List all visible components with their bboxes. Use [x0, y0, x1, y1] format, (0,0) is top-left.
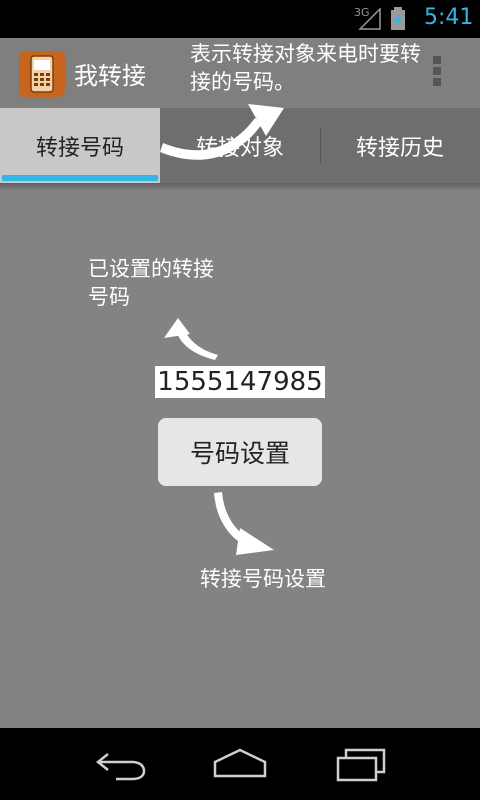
navigation-bar: [0, 728, 480, 800]
arrow-to-tab-note: [160, 104, 284, 160]
annotation-arrows: [160, 104, 284, 555]
arrow-to-saved-number: [164, 318, 218, 360]
home-icon[interactable]: [212, 746, 268, 782]
back-icon[interactable]: [94, 746, 148, 782]
recent-apps-icon[interactable]: [334, 746, 390, 782]
arrow-from-settings-button: [214, 492, 274, 555]
